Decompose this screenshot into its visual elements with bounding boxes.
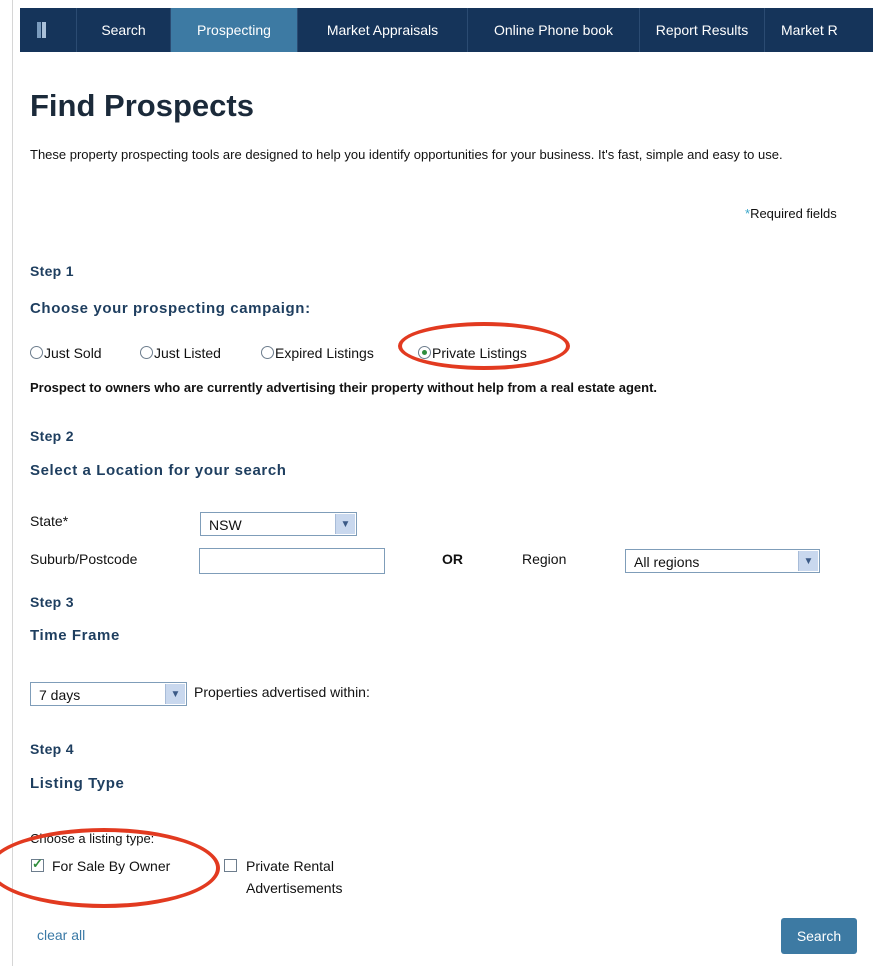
required-fields-note: *Required fields	[745, 206, 837, 221]
region-select-value: All regions	[634, 554, 700, 570]
logo-icon[interactable]	[20, 8, 77, 52]
region-label: Region	[522, 551, 567, 567]
nav-tab-market-appraisals[interactable]: Market Appraisals	[298, 8, 468, 52]
radio-just-listed-label: Just Listed	[154, 345, 221, 361]
chevron-down-icon[interactable]: ▼	[798, 551, 818, 571]
state-select[interactable]: NSW ▼	[200, 512, 357, 536]
main-nav: Search Prospecting Market Appraisals Onl…	[20, 8, 873, 52]
chevron-down-icon[interactable]: ▼	[165, 684, 185, 704]
private-rental-checkbox[interactable]	[224, 859, 237, 872]
timeframe-select[interactable]: 7 days ▼	[30, 682, 187, 706]
nav-tab-market-reports[interactable]: Market R	[765, 8, 871, 52]
radio-just-sold-control[interactable]	[30, 346, 43, 359]
radio-just-listed[interactable]: Just Listed	[140, 345, 221, 361]
radio-expired-listings-control[interactable]	[261, 346, 274, 359]
radio-just-sold-label: Just Sold	[44, 345, 102, 361]
radio-expired-listings-label: Expired Listings	[275, 345, 374, 361]
clear-all-link[interactable]: clear all	[37, 927, 85, 943]
search-button[interactable]: Search	[781, 918, 857, 954]
nav-tab-report-results[interactable]: Report Results	[640, 8, 765, 52]
region-select[interactable]: All regions ▼	[625, 549, 820, 573]
step1-heading: Choose your prospecting campaign:	[30, 300, 311, 317]
timeframe-select-value: 7 days	[39, 687, 81, 703]
step2-label: Step 2	[30, 428, 74, 444]
private-rental-label-line2: Advertisements	[246, 880, 343, 896]
annotation-circle-private-listings	[398, 322, 570, 370]
nav-tab-prospecting[interactable]: Prospecting	[171, 8, 298, 52]
timeframe-label: Properties advertised within:	[194, 684, 370, 700]
intro-text: These property prospecting tools are des…	[30, 147, 783, 162]
step3-label: Step 3	[30, 594, 74, 610]
campaign-description: Prospect to owners who are currently adv…	[30, 380, 658, 395]
suburb-label: Suburb/Postcode	[30, 551, 138, 567]
page-left-border	[12, 0, 13, 966]
suburb-postcode-input[interactable]	[199, 548, 385, 574]
chevron-down-icon[interactable]: ▼	[335, 514, 355, 534]
nav-tab-online-phone-book[interactable]: Online Phone book	[468, 8, 640, 52]
or-label: OR	[442, 551, 463, 567]
state-label: State*	[30, 513, 69, 529]
step2-heading: Select a Location for your search	[30, 462, 287, 479]
private-rental-label-line1: Private Rental	[246, 858, 334, 874]
radio-just-listed-control[interactable]	[140, 346, 153, 359]
state-select-value: NSW	[209, 517, 242, 533]
step3-heading: Time Frame	[30, 627, 120, 644]
radio-just-sold[interactable]: Just Sold	[30, 345, 102, 361]
nav-tab-search[interactable]: Search	[77, 8, 171, 52]
required-fields-label: Required fields	[750, 206, 837, 221]
annotation-circle-fsbo	[0, 828, 220, 908]
step4-label: Step 4	[30, 741, 74, 757]
radio-expired-listings[interactable]: Expired Listings	[261, 345, 374, 361]
step4-heading: Listing Type	[30, 775, 125, 792]
page-title: Find Prospects	[30, 88, 254, 123]
step1-label: Step 1	[30, 263, 74, 279]
